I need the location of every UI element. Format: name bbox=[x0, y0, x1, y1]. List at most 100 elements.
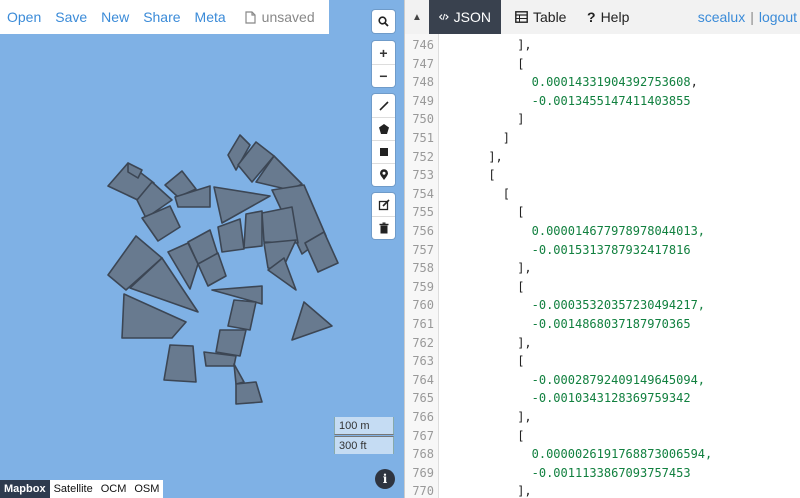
map-polygon[interactable] bbox=[243, 210, 263, 249]
code-line: 748 0.00014331904392753608, bbox=[405, 73, 800, 92]
code-text: -0.0010343128369759342 bbox=[532, 389, 691, 408]
menu-save[interactable]: Save bbox=[48, 9, 94, 25]
map-polygon[interactable] bbox=[261, 206, 299, 244]
json-number-suffix: 4, bbox=[690, 372, 706, 387]
menu-share[interactable]: Share bbox=[136, 9, 187, 25]
json-number-suffix: 94, bbox=[690, 447, 713, 462]
json-punctuation: ], bbox=[517, 484, 532, 498]
json-number: -0.0003532035723049421 bbox=[531, 298, 691, 313]
code-line: 751] bbox=[405, 129, 800, 148]
map-pane[interactable]: Open Save New Share Meta unsaved + − 100… bbox=[0, 0, 404, 498]
tab-table[interactable]: Table bbox=[505, 0, 576, 34]
map-polygon[interactable] bbox=[233, 363, 245, 385]
line-number: 761 bbox=[412, 317, 434, 331]
map-polygon[interactable] bbox=[291, 301, 333, 341]
file-icon bbox=[245, 10, 256, 24]
json-number: -0.0011133867093757453 bbox=[531, 465, 691, 480]
line-number: 766 bbox=[412, 410, 434, 424]
code-text: [ bbox=[517, 55, 524, 74]
code-icon bbox=[439, 13, 449, 21]
line-number: 747 bbox=[412, 56, 434, 71]
layer-mapbox[interactable]: Mapbox bbox=[0, 480, 50, 498]
line-number: 746 bbox=[412, 38, 434, 52]
edit-layers-icon bbox=[378, 198, 390, 210]
table-icon bbox=[515, 11, 528, 23]
json-number-suffix: , bbox=[690, 75, 698, 90]
tab-json-label: JSON bbox=[453, 9, 491, 25]
code-text: ], bbox=[517, 36, 531, 55]
code-text: ], bbox=[488, 148, 502, 167]
code-text: [ bbox=[488, 166, 495, 185]
map-polygon[interactable] bbox=[163, 344, 197, 383]
zoom-out-button[interactable]: − bbox=[372, 64, 395, 87]
json-punctuation: ], bbox=[488, 149, 503, 164]
json-number: -0.001345514741140385 bbox=[531, 93, 684, 108]
menu-open[interactable]: Open bbox=[0, 9, 48, 25]
logout-link[interactable]: logout bbox=[759, 9, 797, 25]
draw-polygon-button[interactable] bbox=[372, 117, 395, 140]
code-text: ], bbox=[517, 408, 531, 427]
code-text: [ bbox=[517, 203, 524, 222]
json-punctuation: ] bbox=[517, 112, 525, 127]
menu-new[interactable]: New bbox=[94, 9, 136, 25]
draw-rectangle-button[interactable] bbox=[372, 140, 395, 163]
code-text: 0.000014677978978044013, bbox=[532, 222, 705, 241]
tab-table-label: Table bbox=[533, 9, 567, 25]
layer-switcher: Mapbox Satellite OCM OSM bbox=[0, 480, 164, 498]
draw-control bbox=[372, 94, 395, 186]
json-number-suffix: 7, bbox=[690, 298, 706, 313]
username-link[interactable]: scealux bbox=[698, 9, 745, 25]
code-line: 762], bbox=[405, 334, 800, 353]
code-line: 756 0.000014677978978044013, bbox=[405, 222, 800, 241]
json-number-suffix: 5 bbox=[683, 93, 691, 108]
code-line: 757 -0.0015313787932417816 bbox=[405, 241, 800, 260]
file-status: unsaved bbox=[233, 9, 325, 25]
line-number: 760 bbox=[412, 298, 434, 313]
question-icon: ? bbox=[587, 9, 596, 25]
code-line: 769 -0.0011133867093757453 bbox=[405, 464, 800, 483]
edit-layers-button[interactable] bbox=[372, 193, 395, 216]
map-polygon[interactable] bbox=[227, 299, 257, 331]
info-button[interactable]: i bbox=[375, 469, 395, 489]
delete-layers-button[interactable] bbox=[372, 216, 395, 239]
code-text: -0.0014868037187970365 bbox=[532, 315, 691, 334]
json-number: -0.0015313787932417816 bbox=[531, 242, 691, 257]
tab-json[interactable]: JSON bbox=[429, 0, 501, 34]
tab-help[interactable]: ? Help bbox=[577, 0, 639, 34]
code-line: 760 -0.00035320357230494217, bbox=[405, 296, 800, 315]
code-line: 754 [ bbox=[405, 185, 800, 204]
tab-bar: ▲ JSON Table ? Help scealux | logout bbox=[405, 0, 800, 34]
code-line: 758], bbox=[405, 259, 800, 278]
code-text: 0.0000026191768873006594, bbox=[532, 445, 713, 464]
layer-osm[interactable]: OSM bbox=[130, 480, 164, 498]
json-number-suffix: 3, bbox=[690, 224, 706, 238]
search-button[interactable] bbox=[372, 10, 395, 33]
layer-ocm[interactable]: OCM bbox=[96, 480, 131, 498]
line-number: 767 bbox=[412, 428, 434, 443]
code-line: 764 -0.00028792409149645094, bbox=[405, 371, 800, 390]
code-text: -0.00035320357230494217, bbox=[532, 296, 705, 315]
scale-metric: 100 m bbox=[334, 417, 394, 435]
map-polygon[interactable] bbox=[217, 218, 245, 253]
menu-meta[interactable]: Meta bbox=[188, 9, 233, 25]
line-number: 756 bbox=[412, 224, 434, 238]
json-punctuation: [ bbox=[517, 205, 525, 220]
line-number: 749 bbox=[412, 93, 434, 108]
draw-rectangle-icon bbox=[379, 148, 388, 156]
collapse-pane-button[interactable]: ▲ bbox=[405, 0, 429, 34]
line-number: 758 bbox=[412, 261, 434, 276]
draw-polygon-icon bbox=[378, 124, 389, 134]
map-polygon[interactable] bbox=[215, 329, 247, 357]
zoom-in-button[interactable]: + bbox=[372, 41, 395, 64]
code-line: 747 [ bbox=[405, 55, 800, 74]
line-number: 769 bbox=[412, 465, 434, 480]
code-line: 759 [ bbox=[405, 278, 800, 297]
draw-line-button[interactable] bbox=[372, 94, 395, 117]
map-polygon[interactable] bbox=[235, 381, 263, 405]
json-editor[interactable]: 746], 747 [748 0.00014331904392753608, 749 -0… bbox=[405, 34, 800, 498]
code-text: -0.00028792409149645094, bbox=[532, 371, 705, 390]
layer-satellite[interactable]: Satellite bbox=[49, 480, 97, 498]
code-text: ], bbox=[517, 482, 531, 498]
map-search-control bbox=[372, 10, 395, 33]
draw-marker-button[interactable] bbox=[372, 163, 395, 186]
